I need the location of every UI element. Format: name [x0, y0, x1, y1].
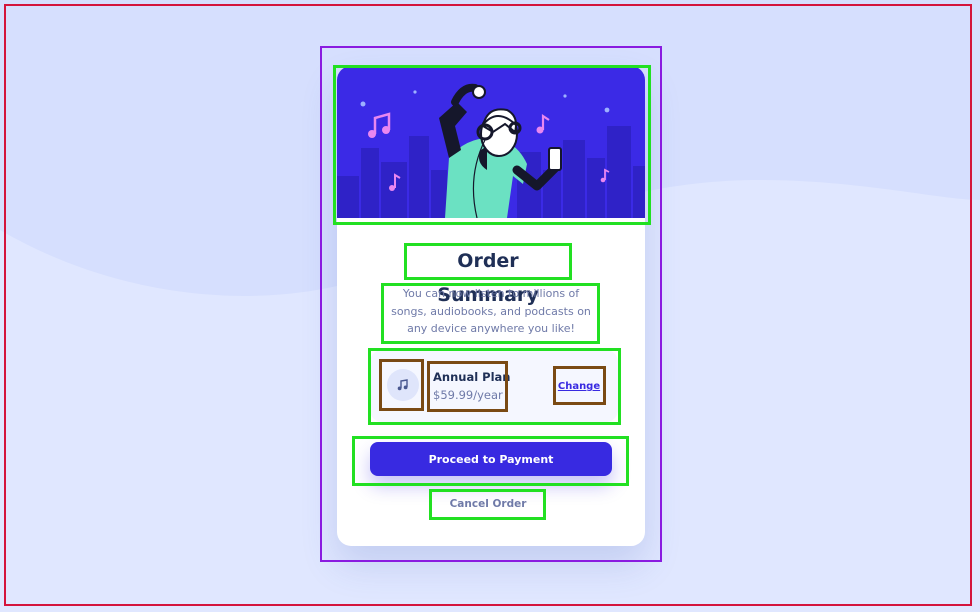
card-outline: [320, 46, 662, 562]
